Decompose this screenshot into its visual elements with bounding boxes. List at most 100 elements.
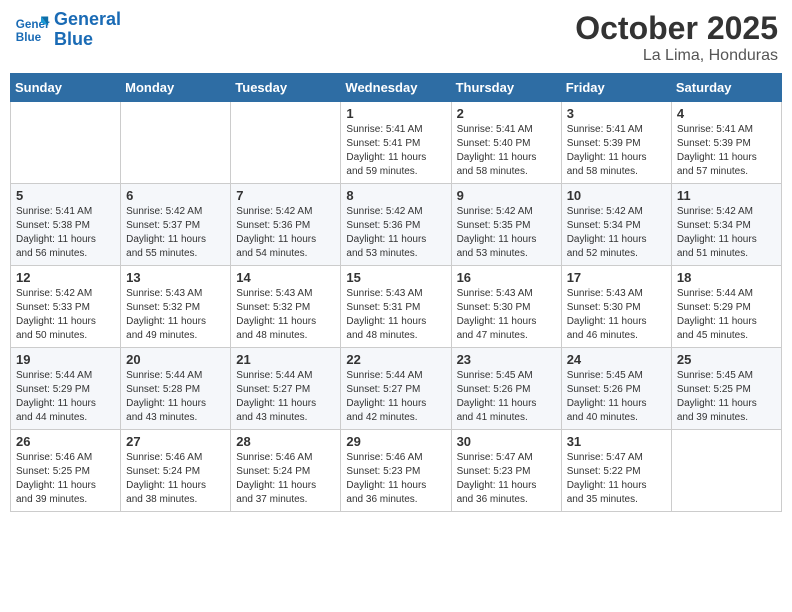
weekday-header-friday: Friday [561,74,671,102]
day-number: 24 [567,352,666,367]
calendar-cell [11,102,121,184]
weekday-header-row: SundayMondayTuesdayWednesdayThursdayFrid… [11,74,782,102]
day-info: Sunrise: 5:46 AMSunset: 5:24 PMDaylight:… [126,451,225,507]
calendar-week-row: 1 Sunrise: 5:41 AMSunset: 5:41 PMDaylight… [11,102,782,184]
day-info: Sunrise: 5:42 AMSunset: 5:34 PMDaylight:… [567,205,666,261]
calendar-cell: 13Sunrise: 5:43 AMSunset: 5:32 PMDayligh… [121,266,231,348]
calendar-cell: 7 Sunrise: 5:42 AMSunset: 5:36 PMDaylight… [231,184,341,266]
day-info: Sunrise: 5:44 AMSunset: 5:29 PMDaylight:… [16,369,115,425]
weekday-header-monday: Monday [121,74,231,102]
calendar-cell: 27Sunrise: 5:46 AMSunset: 5:24 PMDayligh… [121,430,231,512]
day-info: Sunrise: 5:46 AMSunset: 5:24 PMDaylight:… [236,451,335,507]
day-number: 5 [16,188,115,203]
calendar-cell: 29Sunrise: 5:46 AMSunset: 5:23 PMDayligh… [341,430,451,512]
calendar-cell: 2 Sunrise: 5:41 AMSunset: 5:40 PMDaylight… [451,102,561,184]
weekday-header-tuesday: Tuesday [231,74,341,102]
calendar-cell: 4 Sunrise: 5:41 AMSunset: 5:39 PMDaylight… [671,102,781,184]
title-area: October 2025 La Lima, Honduras [575,10,778,65]
day-number: 15 [346,270,445,285]
day-number: 4 [677,106,776,121]
calendar-cell: 5 Sunrise: 5:41 AMSunset: 5:38 PMDaylight… [11,184,121,266]
day-number: 17 [567,270,666,285]
day-info: Sunrise: 5:41 AMSunset: 5:41 PMDaylight:… [346,123,445,179]
day-number: 3 [567,106,666,121]
day-info: Sunrise: 5:41 AMSunset: 5:38 PMDaylight:… [16,205,115,261]
calendar-cell [671,430,781,512]
calendar-cell: 22Sunrise: 5:44 AMSunset: 5:27 PMDayligh… [341,348,451,430]
day-number: 6 [126,188,225,203]
calendar-cell: 10 Sunrise: 5:42 AMSunset: 5:34 PMDayligh… [561,184,671,266]
day-number: 29 [346,434,445,449]
day-info: Sunrise: 5:45 AMSunset: 5:26 PMDaylight:… [567,369,666,425]
calendar-cell: 17 Sunrise: 5:43 AMSunset: 5:30 PMDayligh… [561,266,671,348]
calendar-table: SundayMondayTuesdayWednesdayThursdayFrid… [10,73,782,512]
calendar-week-row: 5 Sunrise: 5:41 AMSunset: 5:38 PMDaylight… [11,184,782,266]
day-number: 19 [16,352,115,367]
day-number: 20 [126,352,225,367]
logo-text: General Blue [54,10,121,50]
day-number: 28 [236,434,335,449]
day-info: Sunrise: 5:43 AMSunset: 5:32 PMDaylight:… [236,287,335,343]
weekday-header-sunday: Sunday [11,74,121,102]
day-number: 25 [677,352,776,367]
day-number: 31 [567,434,666,449]
day-info: Sunrise: 5:41 AMSunset: 5:39 PMDaylight:… [677,123,776,179]
location: La Lima, Honduras [575,47,778,65]
day-number: 9 [457,188,556,203]
day-info: Sunrise: 5:42 AMSunset: 5:37 PMDaylight:… [126,205,225,261]
month-title: October 2025 [575,10,778,47]
calendar-cell: 11Sunrise: 5:42 AMSunset: 5:34 PMDayligh… [671,184,781,266]
calendar-cell: 18 Sunrise: 5:44 AMSunset: 5:29 PMDayligh… [671,266,781,348]
day-number: 1 [346,106,445,121]
calendar-week-row: 12Sunrise: 5:42 AMSunset: 5:33 PMDayligh… [11,266,782,348]
calendar-cell: 20 Sunrise: 5:44 AMSunset: 5:28 PMDayligh… [121,348,231,430]
day-info: Sunrise: 5:44 AMSunset: 5:27 PMDaylight:… [236,369,335,425]
logo-icon: General Blue [14,12,50,48]
calendar-cell: 8 Sunrise: 5:42 AMSunset: 5:36 PMDaylight… [341,184,451,266]
day-info: Sunrise: 5:45 AMSunset: 5:25 PMDaylight:… [677,369,776,425]
calendar-cell: 1 Sunrise: 5:41 AMSunset: 5:41 PMDaylight… [341,102,451,184]
calendar-cell: 16Sunrise: 5:43 AMSunset: 5:30 PMDayligh… [451,266,561,348]
calendar-week-row: 19 Sunrise: 5:44 AMSunset: 5:29 PMDayligh… [11,348,782,430]
day-number: 18 [677,270,776,285]
day-info: Sunrise: 5:44 AMSunset: 5:29 PMDaylight:… [677,287,776,343]
day-info: Sunrise: 5:41 AMSunset: 5:39 PMDaylight:… [567,123,666,179]
day-info: Sunrise: 5:43 AMSunset: 5:30 PMDaylight:… [567,287,666,343]
calendar-cell: 19 Sunrise: 5:44 AMSunset: 5:29 PMDayligh… [11,348,121,430]
day-info: Sunrise: 5:42 AMSunset: 5:35 PMDaylight:… [457,205,556,261]
day-info: Sunrise: 5:47 AMSunset: 5:23 PMDaylight:… [457,451,556,507]
calendar-cell: 12Sunrise: 5:42 AMSunset: 5:33 PMDayligh… [11,266,121,348]
day-info: Sunrise: 5:42 AMSunset: 5:36 PMDaylight:… [236,205,335,261]
calendar-cell: 25 Sunrise: 5:45 AMSunset: 5:25 PMDayligh… [671,348,781,430]
day-number: 10 [567,188,666,203]
day-number: 26 [16,434,115,449]
day-number: 12 [16,270,115,285]
calendar-cell [121,102,231,184]
calendar-cell [231,102,341,184]
day-info: Sunrise: 5:44 AMSunset: 5:28 PMDaylight:… [126,369,225,425]
day-number: 11 [677,188,776,203]
svg-text:Blue: Blue [16,31,42,44]
day-info: Sunrise: 5:42 AMSunset: 5:36 PMDaylight:… [346,205,445,261]
calendar-cell: 28 Sunrise: 5:46 AMSunset: 5:24 PMDayligh… [231,430,341,512]
day-number: 14 [236,270,335,285]
day-info: Sunrise: 5:44 AMSunset: 5:27 PMDaylight:… [346,369,445,425]
day-number: 16 [457,270,556,285]
calendar-cell: 26 Sunrise: 5:46 AMSunset: 5:25 PMDayligh… [11,430,121,512]
day-number: 8 [346,188,445,203]
weekday-header-thursday: Thursday [451,74,561,102]
calendar-cell: 15Sunrise: 5:43 AMSunset: 5:31 PMDayligh… [341,266,451,348]
page-header: General Blue General Blue October 2025 L… [10,10,782,65]
day-info: Sunrise: 5:47 AMSunset: 5:22 PMDaylight:… [567,451,666,507]
weekday-header-wednesday: Wednesday [341,74,451,102]
calendar-cell: 3 Sunrise: 5:41 AMSunset: 5:39 PMDaylight… [561,102,671,184]
day-info: Sunrise: 5:45 AMSunset: 5:26 PMDaylight:… [457,369,556,425]
day-number: 7 [236,188,335,203]
day-number: 2 [457,106,556,121]
day-info: Sunrise: 5:41 AMSunset: 5:40 PMDaylight:… [457,123,556,179]
day-info: Sunrise: 5:46 AMSunset: 5:25 PMDaylight:… [16,451,115,507]
logo: General Blue General Blue [14,10,121,50]
day-number: 21 [236,352,335,367]
calendar-cell: 24 Sunrise: 5:45 AMSunset: 5:26 PMDayligh… [561,348,671,430]
calendar-cell: 31 Sunrise: 5:47 AMSunset: 5:22 PMDayligh… [561,430,671,512]
